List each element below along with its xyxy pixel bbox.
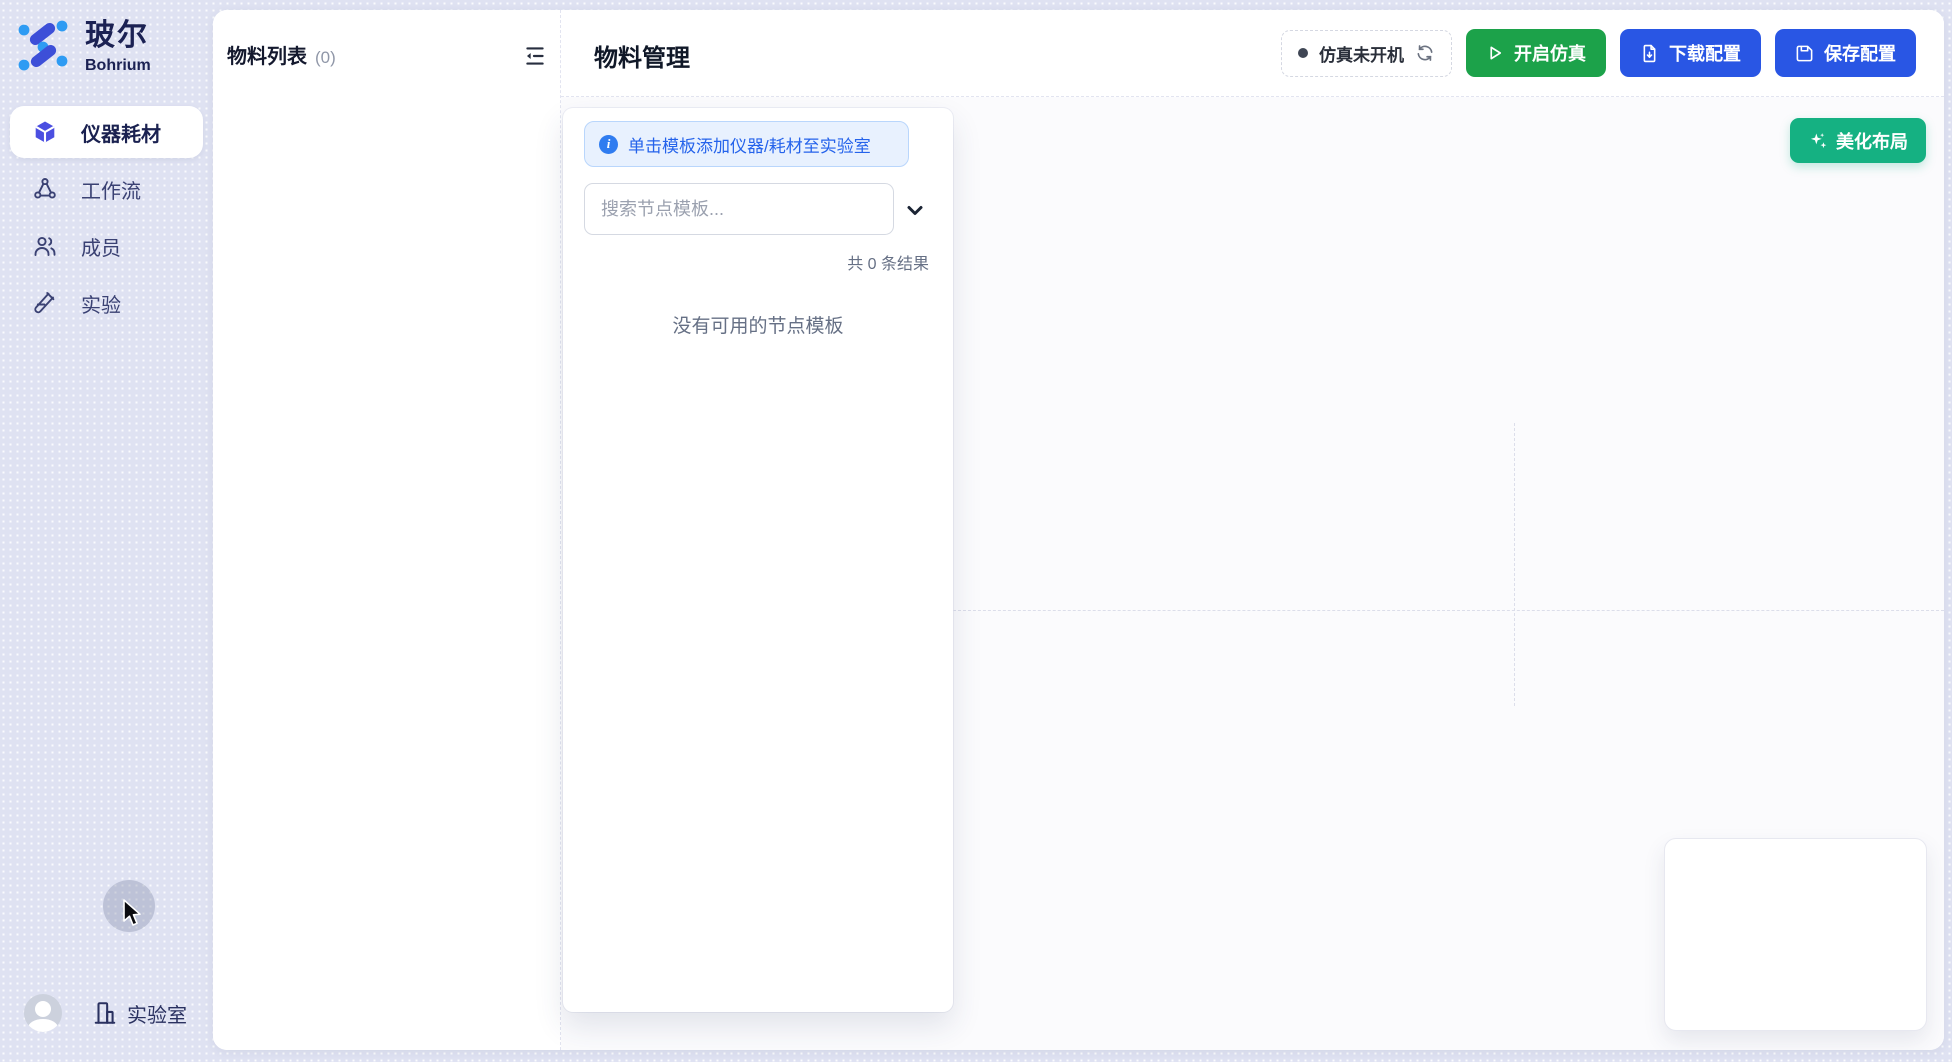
sidebar-item-label: 成员 [81,232,121,261]
logo-subtitle: Bohrium [85,57,151,75]
template-panel: i 单击模板添加仪器/耗材至实验室 共 0 条结果 没有可用的节点模板 [563,108,953,1012]
logo-title: 玻尔 [85,18,151,54]
workflow-icon [33,177,57,201]
app-logo: 玻尔 Bohrium [17,18,151,76]
save-icon [1795,44,1814,63]
sparkles-icon [1808,131,1828,151]
banner-text: 单击模板添加仪器/耗材至实验室 [628,132,871,157]
sidebar-footer: 实验室 [24,994,187,1032]
sidebar-item-workflow[interactable]: 工作流 [10,163,203,215]
simulation-status-chip: 仿真未开机 [1281,30,1452,77]
lab-label: 实验室 [127,999,187,1028]
minimap[interactable] [1664,838,1927,1031]
sidebar-item-label: 仪器耗材 [81,118,161,147]
main-header: 物料管理 仿真未开机 开启仿真 [561,10,1944,97]
info-icon: i [599,135,618,154]
avatar[interactable] [24,994,62,1032]
users-icon [33,234,57,258]
canvas-guide-vertical [1514,423,1515,706]
play-icon [1486,44,1504,62]
material-list-title: 物料列表 [227,40,307,69]
file-download-icon [1640,44,1659,63]
refresh-icon[interactable] [1415,43,1435,63]
header-actions: 仿真未开机 开启仿真 [1281,29,1916,77]
lab-canvas[interactable]: i 单击模板添加仪器/耗材至实验室 共 0 条结果 没有可用的节点模板 美化布局 [561,97,1944,1050]
mouse-cursor [122,899,148,929]
page-title: 物料管理 [594,38,690,73]
test-tube-icon [33,291,57,315]
bohrium-logo-icon [17,18,69,76]
sidebar-item-experiments[interactable]: 实验 [10,277,203,329]
beautify-layout-button[interactable]: 美化布局 [1790,118,1926,163]
sidebar-nav: 仪器耗材 工作流 成员 [10,106,203,334]
sidebar-item-instruments[interactable]: 仪器耗材 [10,106,203,158]
empty-state-text: 没有可用的节点模板 [563,311,953,338]
sidebar-item-label: 工作流 [81,175,141,204]
collapse-panel-button[interactable] [520,41,550,71]
sidebar-item-members[interactable]: 成员 [10,220,203,272]
canvas-guide-horizontal [953,610,1944,611]
start-simulation-button[interactable]: 开启仿真 [1466,29,1606,77]
building-icon [92,1000,118,1026]
sidebar-item-label: 实验 [81,289,121,318]
template-hint-banner: i 单击模板添加仪器/耗材至实验室 [584,121,909,167]
download-config-button[interactable]: 下载配置 [1620,29,1761,77]
content-card: 物料列表 (0) 物料管理 仿真未开机 [213,10,1944,1050]
material-list-count: (0) [315,48,336,68]
template-search-input[interactable] [584,183,894,235]
main-area: 物料管理 仿真未开机 开启仿真 [561,10,1944,1050]
sidebar-item-lab[interactable]: 实验室 [92,999,187,1028]
result-count: 共 0 条结果 [847,250,929,274]
status-dot-icon [1298,48,1308,58]
chevron-down-icon[interactable] [903,198,927,222]
outdent-icon [522,43,548,69]
material-list-panel: 物料列表 (0) [213,10,560,1050]
status-label: 仿真未开机 [1319,41,1404,66]
save-config-button[interactable]: 保存配置 [1775,29,1916,77]
cube-icon [33,120,57,144]
